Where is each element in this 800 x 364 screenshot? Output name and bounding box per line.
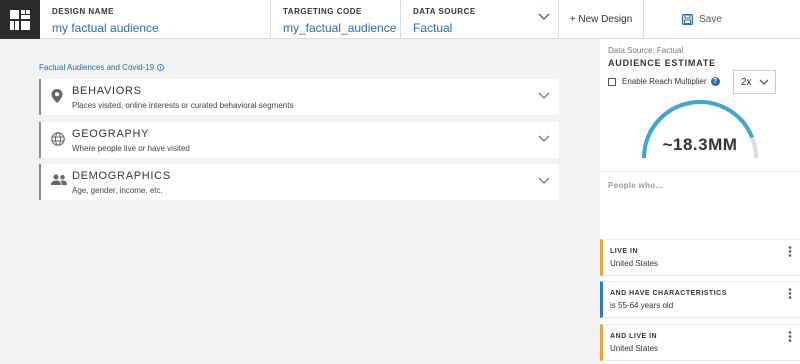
chevron-down-icon[interactable] bbox=[538, 177, 550, 185]
save-button[interactable]: Save bbox=[644, 0, 760, 38]
more-options-icon[interactable] bbox=[788, 331, 792, 342]
new-design-button[interactable]: + New Design bbox=[559, 0, 644, 38]
audience-rule[interactable]: LIVE IN United States bbox=[600, 239, 800, 276]
reach-multiplier-checkbox[interactable] bbox=[608, 77, 616, 86]
people-icon bbox=[51, 174, 67, 185]
grid-logo-icon bbox=[10, 9, 30, 30]
targeting-code-label: TARGETING CODE bbox=[283, 7, 362, 16]
category-description: Places visited, online interests or cura… bbox=[72, 101, 294, 110]
top-bar: DESIGN NAME my factual audience TARGETIN… bbox=[0, 0, 800, 39]
category-geography[interactable]: GEOGRAPHY Where people live or have visi… bbox=[39, 122, 559, 158]
rule-title: AND HAVE CHARACTERISTICS bbox=[610, 290, 727, 297]
targeting-code-input[interactable]: my_factual_audience bbox=[283, 21, 396, 35]
app-logo[interactable] bbox=[0, 0, 40, 39]
rule-title: LIVE IN bbox=[610, 248, 639, 255]
divider bbox=[600, 171, 800, 172]
rule-value: United States bbox=[610, 344, 659, 353]
design-name-field[interactable]: DESIGN NAME my factual audience bbox=[40, 0, 271, 38]
targeting-code-field[interactable]: TARGETING CODE my_factual_audience bbox=[271, 0, 401, 38]
save-icon bbox=[682, 13, 694, 25]
audience-estimate-value: ~18.3MM bbox=[662, 135, 738, 154]
category-title: BEHAVIORS bbox=[72, 85, 142, 97]
help-icon[interactable]: ? bbox=[710, 77, 720, 86]
category-title: DEMOGRAPHICS bbox=[72, 170, 171, 182]
design-name-input[interactable]: my factual audience bbox=[52, 21, 258, 35]
category-behaviors[interactable]: BEHAVIORS Places visited, online interes… bbox=[39, 79, 559, 115]
category-demographics[interactable]: DEMOGRAPHICS Age, gender, income, etc. bbox=[39, 164, 559, 200]
data-source-label: DATA SOURCE bbox=[413, 7, 476, 16]
panel-title: AUDIENCE ESTIMATE bbox=[608, 58, 716, 68]
design-name-label: DESIGN NAME bbox=[52, 7, 114, 16]
chevron-down-icon[interactable] bbox=[538, 13, 550, 21]
category-description: Age, gender, income, etc. bbox=[72, 186, 163, 195]
location-pin-icon bbox=[51, 89, 63, 103]
covid-info-link[interactable]: Factual Audiences and Covid-19 bbox=[39, 63, 165, 72]
data-source-value[interactable]: Factual bbox=[413, 21, 546, 35]
more-options-icon[interactable] bbox=[788, 288, 792, 299]
audience-rule[interactable]: AND HAVE CHARACTERISTICS is 55-64 years … bbox=[600, 281, 800, 318]
data-source-select[interactable]: DATA SOURCE Factual bbox=[401, 0, 559, 38]
chevron-down-icon[interactable] bbox=[538, 92, 550, 100]
reach-multiplier-toggle[interactable]: Enable Reach Multiplier ? bbox=[608, 77, 720, 86]
category-description: Where people live or have visited bbox=[72, 144, 190, 153]
rule-title: AND LIVE IN bbox=[610, 333, 658, 340]
chevron-down-icon bbox=[759, 79, 769, 85]
data-source-caption: Data Source: Factual bbox=[608, 46, 684, 55]
audience-estimate-panel: Data Source: Factual AUDIENCE ESTIMATE E… bbox=[600, 39, 800, 364]
more-options-icon[interactable] bbox=[788, 246, 792, 257]
globe-icon bbox=[51, 132, 65, 146]
reach-multiplier-label: Enable Reach Multiplier bbox=[622, 77, 707, 86]
multiplier-select[interactable]: 2x bbox=[733, 70, 776, 94]
save-label: Save bbox=[699, 13, 722, 25]
audience-rule[interactable]: AND LIVE IN United States bbox=[600, 324, 800, 361]
people-who-heading: People who... bbox=[608, 181, 664, 190]
info-icon[interactable] bbox=[157, 64, 165, 71]
rule-value: is 55-64 years old bbox=[610, 301, 674, 310]
multiplier-value: 2x bbox=[741, 76, 752, 88]
rule-value: United States bbox=[610, 259, 659, 268]
chevron-down-icon[interactable] bbox=[538, 135, 550, 143]
covid-link-text[interactable]: Factual Audiences and Covid-19 bbox=[39, 63, 154, 72]
category-title: GEOGRAPHY bbox=[72, 128, 150, 140]
